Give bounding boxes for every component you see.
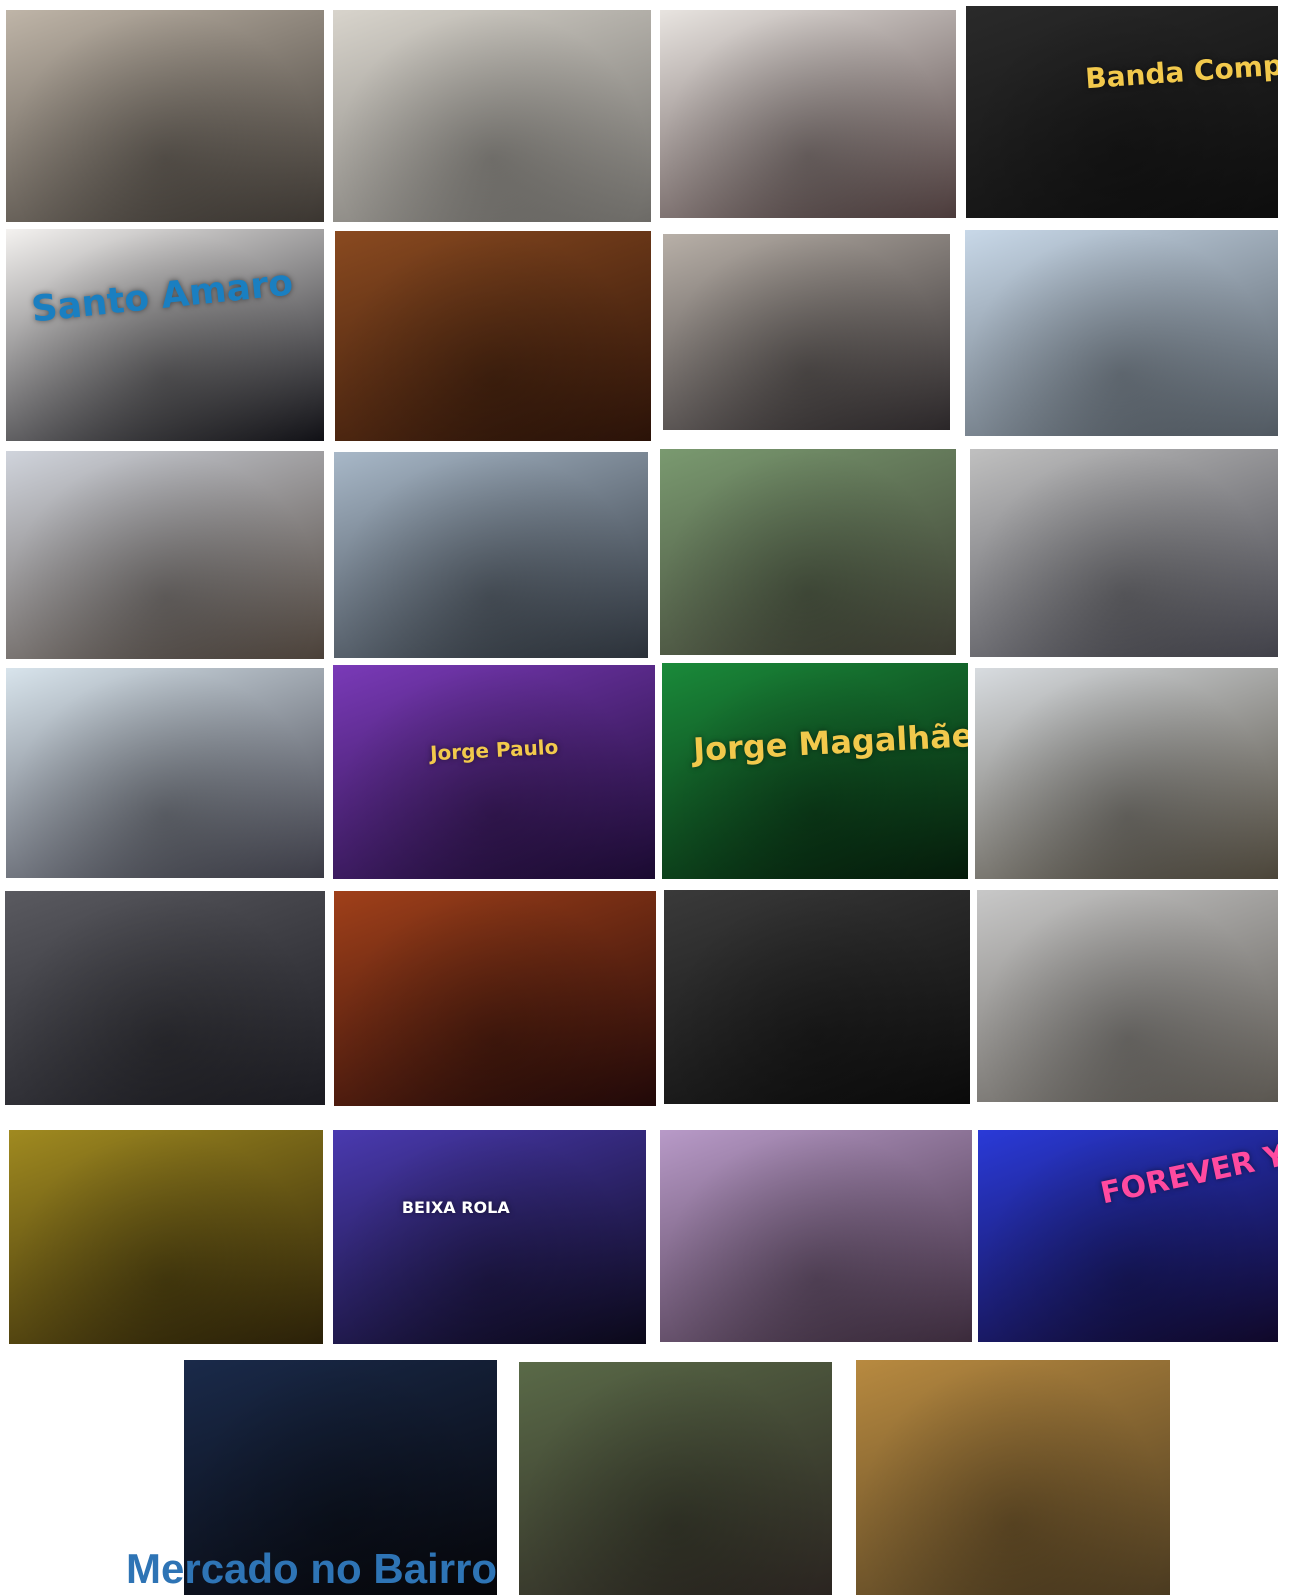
- photo-shade: [334, 452, 648, 658]
- photo-stage-selfie-crowd: [660, 1130, 972, 1342]
- photo-shade: [660, 1130, 972, 1342]
- photo-women-exercising: [660, 449, 956, 655]
- photo-selfie-crowd-yellow: [9, 1130, 323, 1344]
- photo-shade: [660, 449, 956, 655]
- photo-banda-compacto-stage: Banda Compacto: [966, 6, 1278, 218]
- photo-shade: [975, 668, 1278, 879]
- photo-folk-band-stage: [664, 890, 970, 1104]
- photo-beixa-rola-concert: BEIXA ROLA: [333, 1130, 646, 1344]
- photo-shade: [334, 891, 656, 1106]
- photo-jorge-magalhaes-stage: Jorge Magalhães: [662, 663, 968, 879]
- photo-shade: [970, 449, 1278, 657]
- mercado-caption: Mercado no Bairro: [126, 1545, 498, 1592]
- photo-shade: [663, 234, 950, 430]
- photo-shade: [333, 665, 655, 879]
- photo-green-team-award: [5, 891, 325, 1105]
- photo-shade: [977, 890, 1278, 1102]
- photo-evening-dining-crowd: [519, 1362, 832, 1595]
- photo-children-dancing: [334, 452, 648, 658]
- photo-shade: [6, 10, 324, 222]
- photo-shade: [519, 1362, 832, 1595]
- photo-crowd-hat-man: [335, 231, 651, 441]
- photo-folk-group-tents: [6, 451, 324, 659]
- photo-singers-stage-orange: [334, 891, 656, 1106]
- photo-shade: [6, 451, 324, 659]
- photo-couple-bridge-backdrop: [970, 449, 1278, 657]
- photo-jorge-paulo-stage: Jorge Paulo: [333, 665, 655, 879]
- photo-shade: [664, 890, 970, 1104]
- photo-overlay-text: BEIXA ROLA: [401, 1198, 510, 1218]
- photo-shade: [966, 6, 1278, 218]
- photo-heart-balloon: [660, 10, 956, 218]
- photo-street-walkers: [333, 10, 651, 222]
- photo-shade: [660, 10, 956, 218]
- photo-shade: [856, 1360, 1170, 1595]
- photo-sete-cabecas-banner: [965, 230, 1278, 436]
- photo-aerial-folk-parade: [856, 1360, 1170, 1595]
- photo-folk-dancers-black: [663, 234, 950, 430]
- photo-shade: [335, 231, 651, 441]
- photo-uas-stand: [6, 668, 324, 878]
- photo-shade: [6, 229, 324, 441]
- photo-shade: [9, 1130, 323, 1344]
- photo-yellow-ball-fair: [975, 668, 1278, 879]
- photo-shade: [333, 1130, 646, 1344]
- photo-church-ruins-dance: [977, 890, 1278, 1102]
- photo-romaria-dj: Santo Amaro: [6, 229, 324, 441]
- photo-shade: [662, 663, 968, 879]
- photo-shade: [965, 230, 1278, 436]
- photo-shade: [333, 10, 651, 222]
- photo-shade: [6, 668, 324, 878]
- photo-forever-young-dj: FOREVER YOUNG: [978, 1130, 1278, 1342]
- photo-drummers-square: [6, 10, 324, 222]
- photo-shade: [5, 891, 325, 1105]
